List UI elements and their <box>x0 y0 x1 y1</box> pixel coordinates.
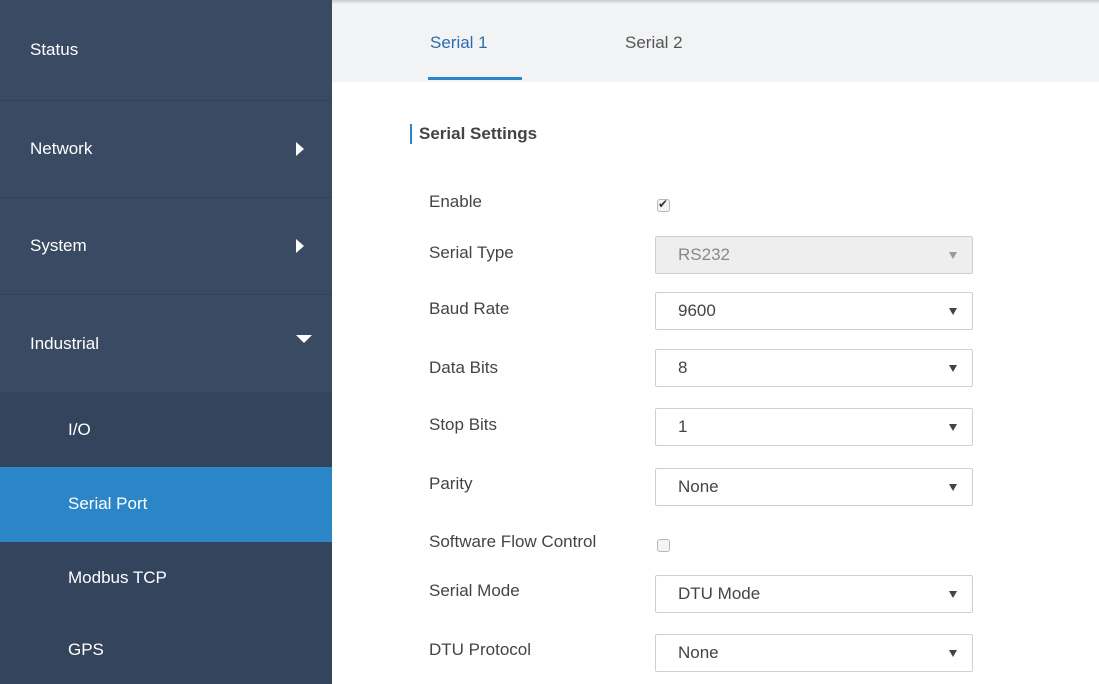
dtu-protocol-value: None <box>678 643 719 662</box>
baud-rate-label: Baud Rate <box>429 299 510 318</box>
baud-rate-value: 9600 <box>678 301 716 320</box>
sidebar-item-network[interactable]: Network <box>0 101 332 198</box>
sidebar-item-gps[interactable]: GPS <box>0 615 332 684</box>
serial-type-label: Serial Type <box>429 243 514 262</box>
dropdown-caret-icon <box>949 424 957 431</box>
sidebar-item-label: GPS <box>68 639 104 659</box>
serial-mode-select[interactable]: DTU Mode <box>655 575 973 613</box>
sidebar-item-io[interactable]: I/O <box>0 393 332 467</box>
chevron-right-icon <box>296 142 304 156</box>
dropdown-caret-icon <box>949 591 957 598</box>
stop-bits-label: Stop Bits <box>429 415 498 434</box>
serial-type-value: RS232 <box>678 245 730 264</box>
software-flow-control-checkbox[interactable] <box>657 539 670 552</box>
stop-bits-value: 1 <box>678 417 688 436</box>
dropdown-caret-icon <box>949 365 957 372</box>
chevron-right-icon <box>296 239 304 253</box>
sidebar-item-label: Modbus TCP <box>68 568 167 587</box>
dropdown-caret-icon <box>949 650 957 657</box>
data-bits-select[interactable]: 8 <box>655 349 973 387</box>
tab-serial-2[interactable]: Serial 2 <box>625 33 683 53</box>
sidebar-item-status[interactable]: Status <box>0 0 332 101</box>
active-tab-indicator <box>428 77 522 80</box>
section-title: Serial Settings <box>410 124 537 144</box>
sidebar-item-modbus-tcp[interactable]: Modbus TCP <box>0 542 332 615</box>
main-content: Serial 1 Serial 2 Serial Settings Enable… <box>332 0 1099 684</box>
sidebar-item-label: Network <box>30 139 93 158</box>
serial-mode-value: DTU Mode <box>678 584 761 603</box>
sidebar-item-serial-port[interactable]: Serial Port <box>0 467 332 542</box>
software-flow-control-label: Software Flow Control <box>429 532 597 551</box>
sidebar-item-industrial[interactable]: Industrial <box>0 295 332 393</box>
checkmark-icon: ✔ <box>658 197 669 211</box>
sidebar-item-system[interactable]: System <box>0 198 332 295</box>
dtu-protocol-label: DTU Protocol <box>429 640 532 659</box>
chevron-down-icon <box>296 334 312 343</box>
parity-label: Parity <box>429 474 473 493</box>
sidebar: Status Network System Industrial I/O Ser… <box>0 0 332 684</box>
dropdown-caret-icon <box>949 308 957 315</box>
enable-label: Enable <box>429 192 482 211</box>
enable-checkbox[interactable]: ✔ <box>657 197 670 212</box>
tab-serial-1[interactable]: Serial 1 <box>430 33 488 53</box>
sidebar-item-label: Serial Port <box>68 494 148 513</box>
sidebar-item-label: Status <box>30 40 79 59</box>
data-bits-label: Data Bits <box>429 358 498 377</box>
dropdown-caret-icon <box>949 252 957 259</box>
top-shadow <box>332 0 1099 4</box>
dropdown-caret-icon <box>949 484 957 491</box>
stop-bits-select[interactable]: 1 <box>655 408 973 446</box>
sidebar-item-label: System <box>30 236 87 255</box>
baud-rate-select[interactable]: 9600 <box>655 292 973 330</box>
data-bits-value: 8 <box>678 358 688 377</box>
sidebar-item-label: I/O <box>68 419 91 439</box>
serial-mode-label: Serial Mode <box>429 581 520 600</box>
dtu-protocol-select[interactable]: None <box>655 634 973 672</box>
sidebar-item-label: Industrial <box>30 333 99 353</box>
serial-type-select[interactable]: RS232 <box>655 236 973 274</box>
parity-select[interactable]: None <box>655 468 973 506</box>
parity-value: None <box>678 477 719 496</box>
tab-bar: Serial 1 Serial 2 <box>332 0 1099 82</box>
